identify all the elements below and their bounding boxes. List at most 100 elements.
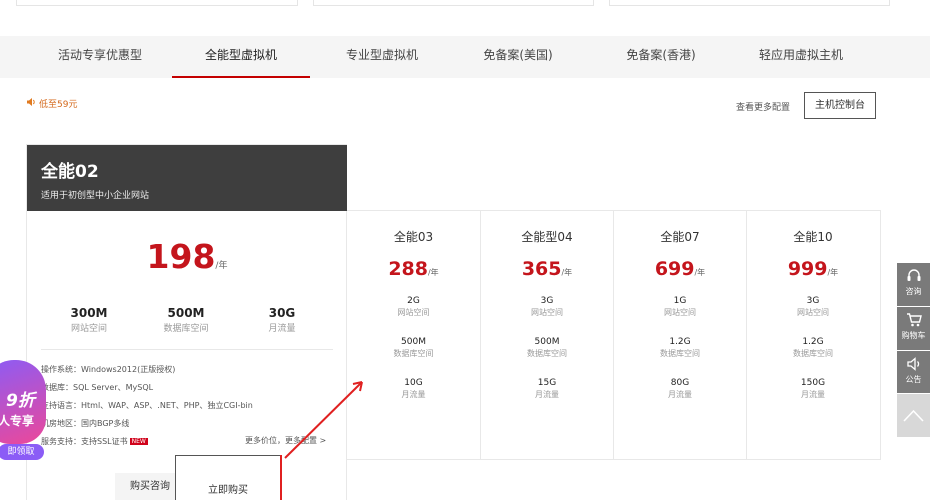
spec-value: 2G xyxy=(407,296,420,306)
float-consult[interactable]: 咨询 xyxy=(897,263,930,306)
spec-label: 数据库空间 xyxy=(527,349,567,358)
spec-value: 80G xyxy=(670,378,690,388)
spec-value: 300M xyxy=(70,306,108,320)
float-cart[interactable]: 购物车 xyxy=(897,307,930,350)
promo-text: 人专享 xyxy=(0,414,35,428)
plan-name: 全能10 xyxy=(793,230,833,244)
plan-spec: 15G 月流量 xyxy=(481,378,613,400)
top-card xyxy=(313,0,594,6)
promo-notice-text: 低至59元 xyxy=(39,100,78,110)
promo-notice[interactable]: 低至59元 xyxy=(26,97,77,110)
float-label: 公告 xyxy=(905,375,922,384)
top-strip xyxy=(0,0,930,36)
plan-price: 999/年 xyxy=(747,258,879,280)
plan-spec: 500M 数据库空间 xyxy=(481,337,613,359)
spec-label: 月流量 xyxy=(801,390,825,399)
plan-spec: 10G 月流量 xyxy=(347,378,480,400)
new-badge: NEW xyxy=(129,438,148,445)
price-unit: /年 xyxy=(827,268,839,277)
spec-label: 月流量 xyxy=(401,390,426,399)
back-to-top-button[interactable] xyxy=(897,394,930,437)
spec-traffic: 30G 月流量 xyxy=(237,306,327,334)
spec-value: 30G xyxy=(268,306,296,320)
price-value: 198 xyxy=(146,237,216,276)
detail-os: 操作系统：Windows2012(正版授权) xyxy=(41,365,176,374)
price-value: 699 xyxy=(654,258,695,280)
detail-service-text: 服务支持：支持SSL证书 xyxy=(41,437,128,446)
plan-column[interactable]: 全能07 699/年 1G 网站空间 1.2G 数据库空间 80G 月流量 xyxy=(613,211,746,459)
plan-spec: 3G 网站空间 xyxy=(481,296,613,318)
featured-plan-subtitle: 适用于初创型中小企业网站 xyxy=(41,191,150,201)
plan-column[interactable]: 全能10 999/年 3G 网站空间 1.2G 数据库空间 150G 月流量 xyxy=(746,211,879,459)
plan-name: 全能型04 xyxy=(521,230,573,244)
detail-service: 服务支持：支持SSL证书 NEW xyxy=(41,436,148,447)
spec-value: 1G xyxy=(673,296,687,306)
featured-plan-title: 全能02 xyxy=(41,162,99,182)
spec-label: 数据库空间 xyxy=(793,349,833,358)
plan-column[interactable]: 全能型04 365/年 3G 网站空间 500M 数据库空间 15G 月流量 xyxy=(480,211,613,459)
float-label: 购物车 xyxy=(901,331,926,340)
spec-db-space: 500M 数据库空间 xyxy=(141,306,231,334)
plan-name: 全能07 xyxy=(660,230,700,244)
headset-icon xyxy=(897,267,930,285)
discount-promo-badge[interactable]: 9折 人专享 即领取 xyxy=(0,360,46,460)
price-value: 365 xyxy=(521,258,562,280)
spec-label: 月流量 xyxy=(268,324,296,334)
plan-spec: 150G 月流量 xyxy=(747,378,879,400)
spec-value: 150G xyxy=(800,378,826,388)
tab-professional-vm[interactable]: 专业型虚拟机 xyxy=(322,36,442,78)
spec-label: 网站空间 xyxy=(70,324,107,334)
price-value: 288 xyxy=(388,258,428,280)
price-unit: /年 xyxy=(694,268,706,277)
page: 活动专享优惠型 全能型虚拟机 专业型虚拟机 免备案(美国) 免备案(香港) 轻应… xyxy=(0,0,930,500)
tab-all-round-vm[interactable]: 全能型虚拟机 xyxy=(172,36,310,78)
spec-value: 3G xyxy=(540,296,554,306)
chevron-up-icon xyxy=(897,409,930,441)
speaker-icon xyxy=(897,355,930,373)
plan-spec: 500M 数据库空间 xyxy=(347,337,480,359)
more-config-link[interactable]: 查看更多配置 xyxy=(736,100,790,113)
spec-label: 数据库空间 xyxy=(393,349,434,358)
plan-price: 365/年 xyxy=(481,258,613,280)
tab-promo[interactable]: 活动专享优惠型 xyxy=(40,36,160,78)
detail-datacenter: 机房地区：国内BGP多线 xyxy=(41,419,130,428)
featured-plan-price: 198/年 xyxy=(27,237,347,276)
promo-claim-button[interactable]: 即领取 xyxy=(0,444,44,460)
featured-plan-card: 全能02 适用于初创型中小企业网站 198/年 300M 网站空间 500M 数… xyxy=(26,144,347,500)
plan-spec: 3G 网站空间 xyxy=(747,296,879,318)
featured-plan-header: 全能02 适用于初创型中小企业网站 xyxy=(27,145,347,211)
float-notice[interactable]: 公告 xyxy=(897,351,930,393)
speaker-icon xyxy=(26,97,36,110)
spec-value: 500M xyxy=(167,306,205,320)
cart-icon xyxy=(897,311,930,329)
detail-database: 数据库：SQL Server、MySQL xyxy=(41,383,154,392)
plan-price: 699/年 xyxy=(614,258,746,280)
spec-value: 15G xyxy=(537,378,557,388)
spec-label: 网站空间 xyxy=(664,308,696,317)
top-card xyxy=(609,0,890,6)
host-console-button[interactable]: 主机控制台 xyxy=(804,92,876,119)
buy-now-button[interactable]: 立即购买 xyxy=(175,455,281,500)
more-price-link[interactable]: 更多价位，更多配置 > xyxy=(245,435,326,446)
plan-spec: 1.2G 数据库空间 xyxy=(747,337,879,359)
spec-label: 网站空间 xyxy=(397,308,430,317)
tab-light-app-host[interactable]: 轻应用虚拟主机 xyxy=(741,36,861,78)
tab-bar: 活动专享优惠型 全能型虚拟机 专业型虚拟机 免备案(美国) 免备案(香港) 轻应… xyxy=(0,36,930,78)
plans-table: 全能03 288/年 2G 网站空间 500M 数据库空间 10G 月流量 全能型04… xyxy=(347,210,881,460)
plan-name: 全能03 xyxy=(393,230,434,244)
spec-value: 3G xyxy=(806,296,820,306)
spec-value: 1.2G xyxy=(802,337,824,347)
plan-price: 288/年 xyxy=(347,258,480,280)
tab-no-filing-us[interactable]: 免备案(美国) xyxy=(458,36,578,78)
top-card xyxy=(16,0,298,6)
plan-spec: 1G 网站空间 xyxy=(614,296,746,318)
detail-languages: 支持语言：Html、WAP、ASP、.NET、PHP、独立CGI-bin xyxy=(41,401,253,410)
spec-value: 500M xyxy=(401,337,426,347)
price-unit: /年 xyxy=(215,261,228,271)
spec-label: 网站空间 xyxy=(531,308,563,317)
price-value: 999 xyxy=(787,258,828,280)
tab-no-filing-hk[interactable]: 免备案(香港) xyxy=(601,36,721,78)
spec-label: 数据库空间 xyxy=(660,349,700,358)
plan-column[interactable]: 全能03 288/年 2G 网站空间 500M 数据库空间 10G 月流量 xyxy=(347,211,480,459)
spec-label: 月流量 xyxy=(535,390,559,399)
